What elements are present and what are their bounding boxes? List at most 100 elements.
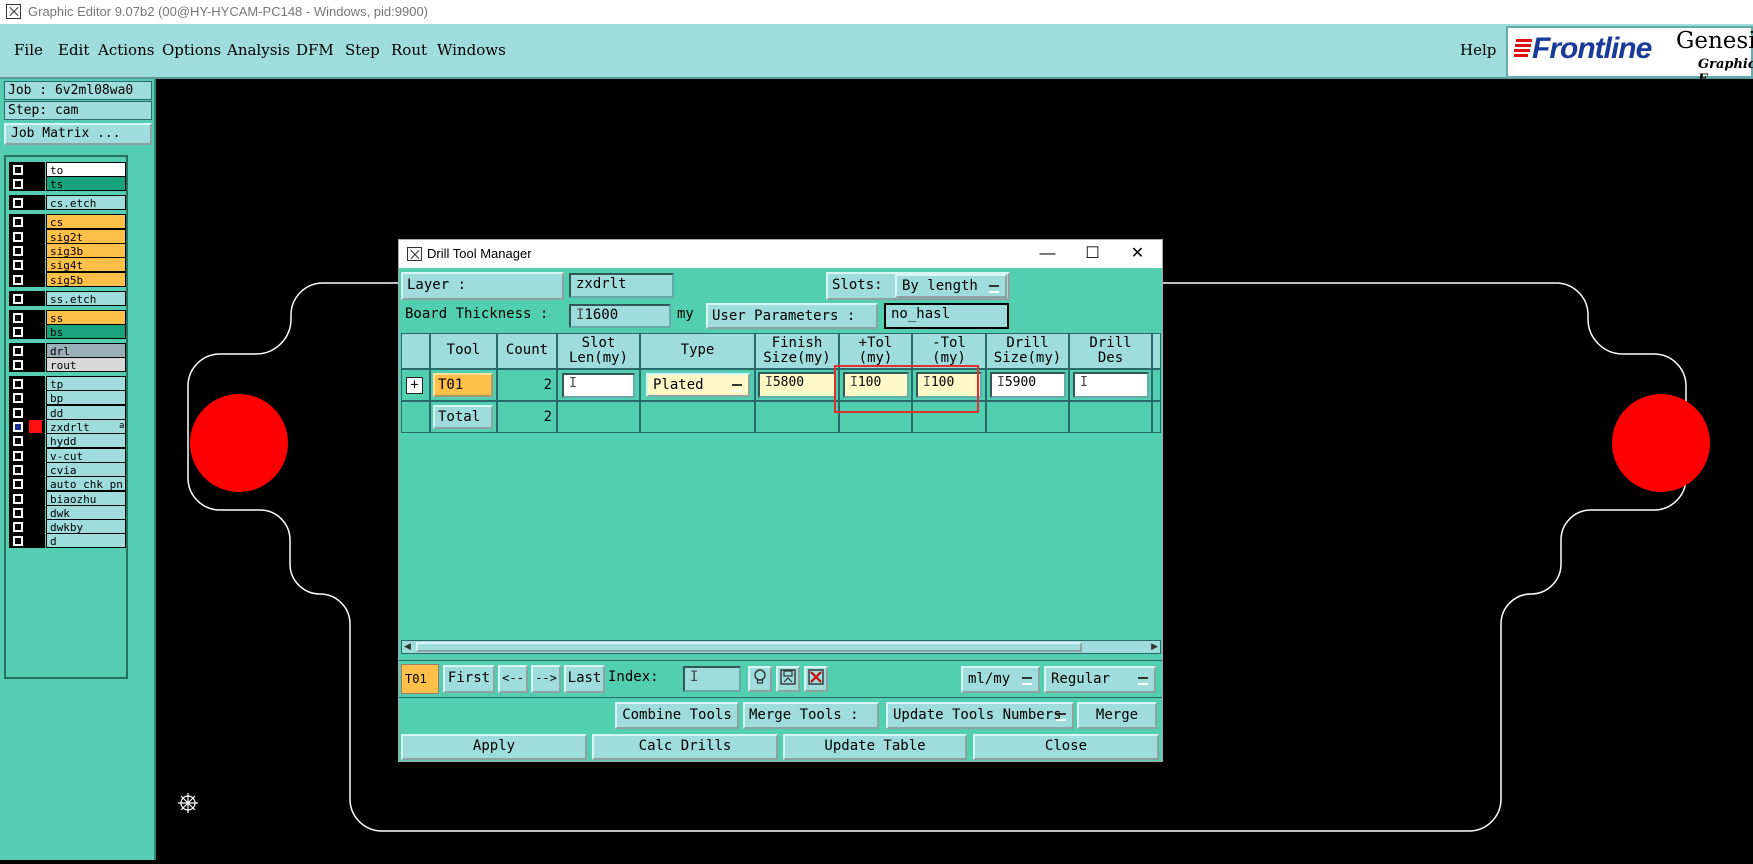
merge-option-dropdown[interactable]: Update Tools Numbers [886,702,1074,729]
layer-row-ss.etch[interactable]: ss.etch [9,290,129,306]
layer-row-zxdrlt[interactable]: zxdrlt a [9,419,129,434]
prev-button[interactable]: <-- [498,665,528,693]
menu-rout[interactable]: Rout [391,41,427,59]
layer-checkbox[interactable] [13,422,23,432]
drill-size-input[interactable]: I5900 [990,372,1066,398]
layer-row-rout[interactable]: rout [9,357,129,373]
layer-row-tp[interactable]: tp [9,376,129,392]
type-dropdown[interactable]: Plated [646,373,750,397]
layer-checkbox[interactable] [13,165,23,175]
layer-color-swatch [9,433,45,449]
layer-row-dd[interactable]: dd [9,404,129,420]
layer-row-dwkby[interactable]: dwkby [9,519,129,535]
layer-row-ts[interactable]: ts [9,176,129,192]
layer-row-dwk[interactable]: dwk [9,504,129,520]
layer-checkbox[interactable] [13,464,23,475]
scroll-thumb[interactable] [416,642,1082,652]
calc-drills-button[interactable]: Calc Drills [592,734,778,760]
layer-checkbox[interactable] [13,231,23,242]
layer-checkbox[interactable] [13,493,23,504]
update-table-button[interactable]: Update Table [783,734,967,760]
scroll-right-icon[interactable]: ▶ [1151,642,1158,652]
layer-checkbox[interactable] [13,522,23,533]
minimize-button[interactable]: — [1025,240,1070,268]
layer-row-sig2t[interactable]: sig2t [9,228,129,244]
merge-button[interactable]: Merge [1077,702,1157,729]
drill-des-input[interactable]: I [1073,372,1149,398]
layer-row-bp[interactable]: bp [9,390,129,406]
maximize-button[interactable]: ☐ [1070,240,1115,268]
layer-row-to[interactable]: to [9,162,129,177]
layer-checkbox[interactable] [13,360,23,371]
layer-checkbox[interactable] [13,326,23,337]
scroll-left-icon[interactable]: ◀ [404,642,411,652]
layer-color-swatch [9,519,45,535]
close-button[interactable]: Close [973,734,1159,760]
menu-options[interactable]: Options [162,41,221,59]
expand-icon[interactable]: + [406,377,423,394]
apply-button[interactable]: Apply [401,734,587,760]
layer-checkbox[interactable] [13,179,23,190]
layer-checkbox[interactable] [13,407,23,418]
layer-row-ss[interactable]: ss [9,309,129,325]
slots-dropdown[interactable]: By length [895,274,1007,298]
layer-checkbox[interactable] [13,507,23,518]
layer-checkbox[interactable] [13,274,23,285]
layer-checkbox[interactable] [13,260,23,271]
layer-checkbox[interactable] [13,436,23,447]
layer-color-swatch [9,242,45,258]
next-button[interactable]: --> [531,665,561,693]
mode-dropdown[interactable]: Regular [1044,666,1156,693]
menu-step[interactable]: Step [345,41,380,59]
table-hscrollbar[interactable]: ◀ ▶ [401,640,1161,654]
layer-checkbox[interactable] [13,312,23,323]
menu-file[interactable]: File [14,41,43,59]
layer-checkbox[interactable] [13,245,23,256]
layer-row-sig3b[interactable]: sig3b [9,242,129,258]
layer-row-hydd[interactable]: hydd [9,433,129,449]
layer-row-auto_chk_pn[interactable]: auto_chk_pn [9,476,129,492]
layer-checkbox[interactable] [13,479,23,490]
layer-row-v-cut[interactable]: v-cut [9,447,129,463]
layer-row-cvia[interactable]: cvia [9,461,129,477]
layer-row-cs[interactable]: cs [9,214,129,230]
layer-checkbox[interactable] [13,345,23,356]
menu-actions[interactable]: Actions [98,41,154,59]
layer-row-biaozhu[interactable]: biaozhu [9,490,129,506]
slot-len-input[interactable]: I [562,373,635,398]
first-button[interactable]: First [443,665,495,693]
layer-checkbox[interactable] [13,393,23,404]
units-dropdown[interactable]: ml/my [961,666,1040,693]
layer-checkbox[interactable] [13,379,23,390]
combine-tools-button[interactable]: Combine Tools [615,702,739,729]
layer-checkbox[interactable] [13,217,23,228]
save-icon[interactable] [776,666,800,692]
layer-field[interactable]: zxdrlt [569,273,674,298]
layer-checkbox[interactable] [13,536,23,547]
layer-row-d[interactable]: d [9,533,129,549]
user-parameters-field[interactable]: no_hasl [884,303,1009,329]
menu-edit[interactable]: Edit [58,41,89,59]
layer-checkbox[interactable] [13,293,23,304]
layer-row-bs[interactable]: bs [9,323,129,339]
delete-icon[interactable] [804,666,828,692]
board-thickness-field[interactable]: I1600 [569,304,671,328]
menu-dfm[interactable]: DFM [296,41,334,59]
menu-windows[interactable]: Windows [437,41,506,59]
close-window-button[interactable]: ✕ [1115,240,1160,268]
bulb-icon[interactable] [748,666,772,692]
last-button[interactable]: Last [564,665,605,693]
finish-size-input[interactable]: I5800 [758,372,836,398]
layer-row-drl[interactable]: drl [9,342,129,358]
layer-row-sig4t[interactable]: sig4t [9,257,129,273]
index-field[interactable]: I [683,666,741,692]
layer-checkbox[interactable] [13,198,23,209]
tool-button[interactable]: T01 [433,373,493,397]
job-matrix-button[interactable]: Job Matrix ... [4,123,152,145]
menu-analysis[interactable]: Analysis [227,41,290,59]
layer-name: ts [46,176,126,192]
layer-row-cs.etch[interactable]: cs.etch [9,195,129,211]
layer-row-sig5b[interactable]: sig5b [9,271,129,287]
layer-checkbox[interactable] [13,450,23,461]
menu-help[interactable]: Help [1460,41,1496,59]
